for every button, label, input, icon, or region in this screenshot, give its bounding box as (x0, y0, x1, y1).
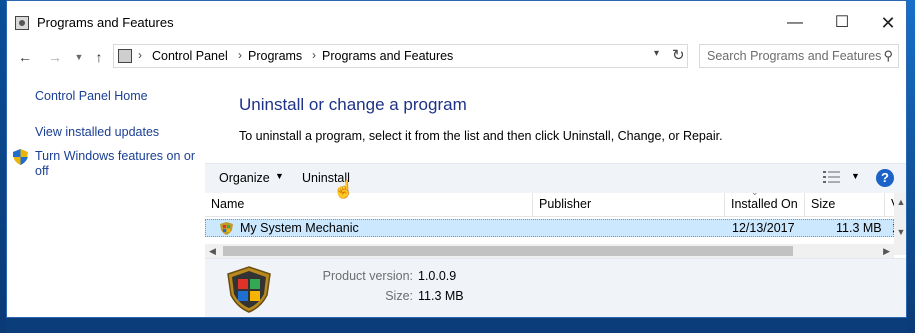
command-toolbar: Organize ▼ Uninstall ☝ ▼ ? (205, 163, 906, 198)
address-bar[interactable]: › Control Panel › Programs › Programs an… (113, 44, 688, 68)
program-list-header: Name Publisher Installed On ⌄ Size Ve (205, 187, 906, 217)
view-dropdown-icon[interactable]: ▼ (851, 171, 860, 181)
scrollbar-thumb[interactable] (223, 246, 793, 256)
minimize-button[interactable]: — (772, 9, 818, 37)
page-title: Uninstall or change a program (239, 95, 467, 114)
recent-locations-chevron-icon[interactable]: ▼ (69, 47, 89, 67)
control-panel-icon (15, 16, 29, 30)
breadcrumb-control-panel[interactable]: Control Panel (152, 49, 228, 63)
program-name: My System Mechanic (240, 221, 359, 235)
scroll-right-icon[interactable]: ▶ (883, 244, 890, 258)
window-title: Programs and Features (37, 15, 174, 30)
organize-dropdown-icon[interactable]: ▼ (275, 171, 284, 181)
breadcrumb-programs-and-features[interactable]: Programs and Features (322, 49, 453, 63)
column-header-size[interactable]: Size (805, 193, 885, 216)
program-size: 11.3 MB (836, 221, 882, 235)
help-icon[interactable]: ? (876, 169, 894, 187)
forward-button[interactable]: → (45, 47, 65, 67)
product-version-value: 1.0.0.9 (418, 269, 457, 283)
programs-and-features-window: Programs and Features — ☐ ✕ ← → ▼ ↑ › Co… (6, 0, 907, 318)
chevron-right-icon[interactable]: › (238, 48, 242, 62)
details-pane: Product version: 1.0.0.9 Size: 11.3 MB (205, 258, 906, 317)
chevron-right-icon[interactable]: › (312, 48, 316, 62)
page-description: To uninstall a program, select it from t… (239, 129, 723, 143)
back-button[interactable]: ← (15, 47, 35, 67)
view-installed-updates-link[interactable]: View installed updates (35, 125, 159, 140)
table-row[interactable]: My System Mechanic 12/13/2017 11.3 MB 1. (205, 219, 902, 237)
left-pane: Control Panel Home View installed update… (7, 75, 205, 317)
maximize-button[interactable]: ☐ (819, 9, 865, 37)
column-header-name[interactable]: Name (205, 193, 533, 216)
column-header-installed-on[interactable]: Installed On (725, 193, 805, 216)
organize-button[interactable]: Organize (219, 171, 270, 185)
control-panel-icon (118, 49, 132, 63)
search-placeholder: Search Programs and Features (707, 49, 882, 63)
breadcrumb-programs[interactable]: Programs (248, 49, 302, 63)
desktop-background-right (907, 0, 915, 333)
search-icon[interactable]: ⚲ (883, 48, 893, 64)
up-button[interactable]: ↑ (89, 47, 109, 67)
column-header-publisher[interactable]: Publisher (533, 193, 725, 216)
my-system-mechanic-icon (220, 222, 233, 235)
product-version-label: Product version: (322, 269, 413, 283)
address-dropdown-icon[interactable]: ▾ (654, 48, 659, 59)
program-installed-on: 12/13/2017 (732, 221, 795, 235)
sort-ascending-icon: ⌄ (751, 187, 759, 197)
scroll-down-icon[interactable]: ▼ (894, 227, 906, 237)
close-button[interactable]: ✕ (865, 9, 906, 37)
chevron-right-icon[interactable]: › (138, 48, 142, 62)
vertical-scrollbar[interactable]: ▲ ▼ (894, 193, 906, 255)
scroll-up-icon[interactable]: ▲ (894, 197, 906, 207)
size-label: Size: (385, 289, 413, 303)
horizontal-scrollbar[interactable]: ◀ ▶ (205, 244, 894, 258)
title-bar: Programs and Features — ☐ ✕ (7, 1, 906, 39)
search-input[interactable]: Search Programs and Features ⚲ (699, 44, 899, 68)
navigation-bar: ← → ▼ ↑ › Control Panel › Programs › Pro… (7, 41, 906, 73)
shield-icon (13, 149, 28, 165)
size-value: 11.3 MB (418, 289, 464, 303)
scroll-left-icon[interactable]: ◀ (209, 244, 216, 258)
control-panel-home-link[interactable]: Control Panel Home (35, 89, 148, 104)
refresh-icon[interactable]: ↻ (672, 46, 685, 64)
view-options-icon[interactable] (823, 170, 841, 184)
windows-features-link[interactable]: Turn Windows features on or off (35, 149, 200, 179)
